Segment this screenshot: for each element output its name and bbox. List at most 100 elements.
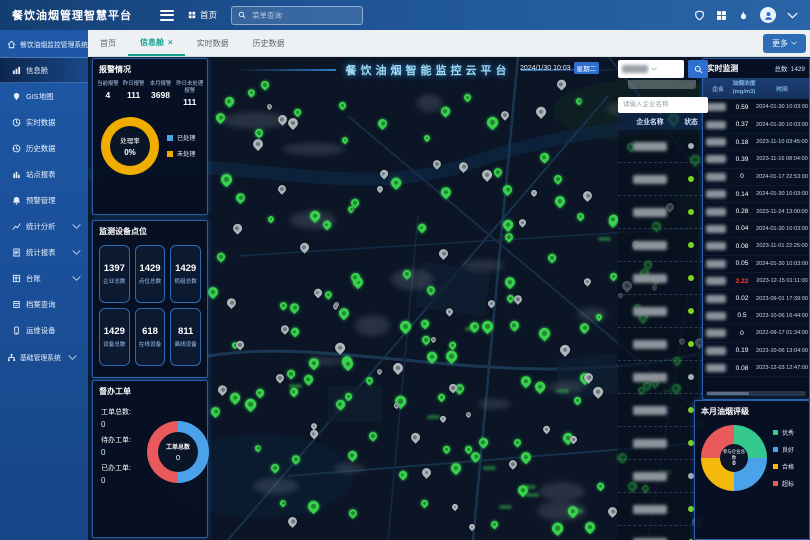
menu-search-input[interactable] bbox=[250, 10, 356, 21]
sidebar-item-2[interactable]: 实时数据 bbox=[0, 109, 88, 135]
sidebar-item-6[interactable]: 统计分析 bbox=[0, 213, 88, 239]
app-title: 餐饮油烟管理智慧平台 bbox=[0, 7, 146, 23]
realtime-row-6[interactable]: 0.28 2023-11-24 13:00:00 bbox=[703, 203, 809, 220]
sidebar-section-restaurant-system[interactable]: 餐饮油烟监控管理系统 bbox=[0, 30, 88, 57]
realtime-row-9[interactable]: 0.05 2024-01-30 10:03:00 bbox=[703, 256, 809, 273]
sidebar-item-10[interactable]: 运维设备 bbox=[0, 317, 88, 343]
workorder-panel-title: 督办工单 bbox=[93, 381, 207, 401]
sidebar-item-0[interactable]: 信息舱 bbox=[0, 57, 88, 83]
enterprise-row-4[interactable] bbox=[618, 262, 708, 295]
enterprise-select[interactable] bbox=[618, 60, 684, 78]
enterprise-row-0[interactable] bbox=[618, 130, 708, 163]
menu-toggle-icon[interactable] bbox=[160, 10, 174, 21]
device-stat-card-3: 1429 设备总数 bbox=[99, 308, 130, 366]
sidebar-item-8[interactable]: 台账 bbox=[0, 265, 88, 291]
realtime-row-13[interactable]: 0 2022-09-17 01:34:00 bbox=[703, 325, 809, 342]
close-icon[interactable]: × bbox=[168, 38, 173, 47]
legend-swatch bbox=[773, 464, 778, 469]
realtime-row-15[interactable]: 0.08 2023-12-03 12:47:00 bbox=[703, 360, 809, 377]
rating-legend-item-3: 超标 bbox=[773, 479, 794, 488]
device-stat-card-5: 811 离线设备 bbox=[170, 308, 201, 366]
sidebar-item-label: 统计分析 bbox=[26, 221, 56, 232]
enterprise-row-1[interactable] bbox=[618, 163, 708, 196]
blurred-map-label-green bbox=[499, 505, 512, 509]
realtime-row-4[interactable]: 0 2024-01-17 22:53:00 bbox=[703, 169, 809, 186]
more-button[interactable]: 更多 bbox=[763, 34, 806, 53]
concentration-value: 0.08 bbox=[729, 365, 755, 372]
blurred-enterprise-name bbox=[706, 138, 726, 146]
status-dot-offline bbox=[688, 374, 694, 380]
sidebar-item-4[interactable]: 站点报表 bbox=[0, 161, 88, 187]
device-icon bbox=[12, 326, 21, 335]
status-dot-offline bbox=[688, 143, 694, 149]
reading-time: 2022-09-17 01:34:00 bbox=[755, 330, 809, 336]
alarm-bell-icon bbox=[12, 196, 21, 205]
chevron-down-icon[interactable] bbox=[787, 10, 798, 21]
realtime-row-7[interactable]: 0.04 2024-01-30 10:03:00 bbox=[703, 221, 809, 238]
user-avatar[interactable] bbox=[760, 7, 776, 23]
realtime-row-12[interactable]: 0.5 2023-10-06 16:44:00 bbox=[703, 308, 809, 325]
blurred-enterprise-name bbox=[633, 307, 667, 316]
sidebar-section-label: 餐饮油烟监控管理系统 bbox=[20, 39, 88, 49]
sidebar-item-7[interactable]: 统计报表 bbox=[0, 239, 88, 265]
flame-icon[interactable] bbox=[738, 10, 749, 21]
workorder-stat-0: 工单总数: 0 bbox=[101, 407, 143, 429]
realtime-row-11[interactable]: 0.02 2023-09-01 17:39:00 bbox=[703, 290, 809, 307]
realtime-row-5[interactable]: 0.14 2024-01-30 10:03:00 bbox=[703, 186, 809, 203]
map-dashboard[interactable]: 餐饮油烟智能监控云平台 2024/1/30 10:03 星期二 报警情况 当前报… bbox=[88, 56, 810, 540]
line-chart-icon bbox=[12, 222, 21, 231]
sidebar-section-base-system[interactable]: 基础管理系统 bbox=[0, 343, 88, 370]
enterprise-row-5[interactable] bbox=[618, 295, 708, 328]
alarm-legend-item-0: 已处理 bbox=[167, 133, 196, 142]
tab-0[interactable]: 首页 bbox=[88, 30, 128, 56]
status-dot-online bbox=[688, 242, 694, 248]
realtime-row-3[interactable]: 0.39 2023-11-16 08:04:00 bbox=[703, 151, 809, 168]
tab-label: 历史数据 bbox=[253, 38, 285, 49]
realtime-row-1[interactable]: 0.37 2024-01-30 10:03:00 bbox=[703, 116, 809, 133]
realtime-panel: 实时监测 总数: 1429 企业 油烟浓度(mg/m3) 时间 0.59 202… bbox=[702, 58, 810, 400]
rating-legend-item-2: 合格 bbox=[773, 462, 794, 471]
blurred-enterprise-name bbox=[633, 505, 667, 514]
workorder-stat-2: 已办工单: 0 bbox=[101, 463, 143, 485]
sidebar-item-9[interactable]: 档案查询 bbox=[0, 291, 88, 317]
sidebar-item-5[interactable]: 预警管理 bbox=[0, 187, 88, 213]
tab-2[interactable]: 实时数据 bbox=[185, 30, 241, 56]
enterprise-row-6[interactable] bbox=[618, 328, 708, 361]
enterprise-row-7[interactable] bbox=[618, 361, 708, 394]
horizontal-scrollbar[interactable] bbox=[706, 391, 806, 396]
scrollbar-thumb[interactable] bbox=[707, 392, 749, 395]
status-dot-online bbox=[688, 308, 694, 314]
rating-panel-title: 本月油烟评级 bbox=[695, 401, 809, 421]
blurred-map-label bbox=[253, 478, 299, 494]
home-shortcut[interactable]: 首页 bbox=[188, 9, 217, 21]
realtime-row-8[interactable]: 0.08 2023-11-01 22:25:00 bbox=[703, 238, 809, 255]
rating-legend-item-1: 良好 bbox=[773, 445, 794, 454]
apps-grid-icon[interactable] bbox=[716, 10, 727, 21]
reading-time: 2023-12-15 01:11:00 bbox=[755, 278, 809, 284]
enterprise-row-3[interactable] bbox=[618, 229, 708, 262]
sidebar-item-3[interactable]: 历史数据 bbox=[0, 135, 88, 161]
blurred-enterprise-name bbox=[633, 208, 667, 217]
concentration-value: 0.5 bbox=[729, 312, 755, 319]
badge-icon[interactable] bbox=[694, 10, 705, 21]
realtime-row-10[interactable]: 2.22 2023-12-15 01:11:00 bbox=[703, 273, 809, 290]
blurred-enterprise-name bbox=[706, 329, 726, 337]
realtime-row-0[interactable]: 0.59 2024-01-30 10:03:00 bbox=[703, 99, 809, 116]
enterprise-list-collapse[interactable] bbox=[628, 80, 696, 89]
map-date-text: 2024/1/30 10:03 bbox=[520, 65, 571, 72]
tab-3[interactable]: 历史数据 bbox=[241, 30, 297, 56]
enterprise-name-input[interactable] bbox=[618, 97, 708, 113]
status-dot-online bbox=[688, 209, 694, 215]
realtime-row-2[interactable]: 0.18 2023-11-10 03:45:00 bbox=[703, 134, 809, 151]
reading-time: 2023-11-10 03:45:00 bbox=[755, 139, 809, 145]
enterprise-row-2[interactable] bbox=[618, 196, 708, 229]
tab-1[interactable]: 信息舱 × bbox=[128, 30, 185, 56]
alarm-stat-2: 本月报警 3698 bbox=[147, 81, 173, 107]
sidebar-item-1[interactable]: GIS地图 bbox=[0, 83, 88, 109]
enterprise-search-button[interactable] bbox=[688, 60, 708, 78]
search-icon bbox=[694, 65, 703, 74]
concentration-value: 0 bbox=[729, 173, 755, 180]
legend-swatch bbox=[773, 430, 778, 435]
realtime-row-14[interactable]: 0.19 2023-10-06 13:04:00 bbox=[703, 343, 809, 360]
map-pin-icon bbox=[12, 92, 21, 101]
